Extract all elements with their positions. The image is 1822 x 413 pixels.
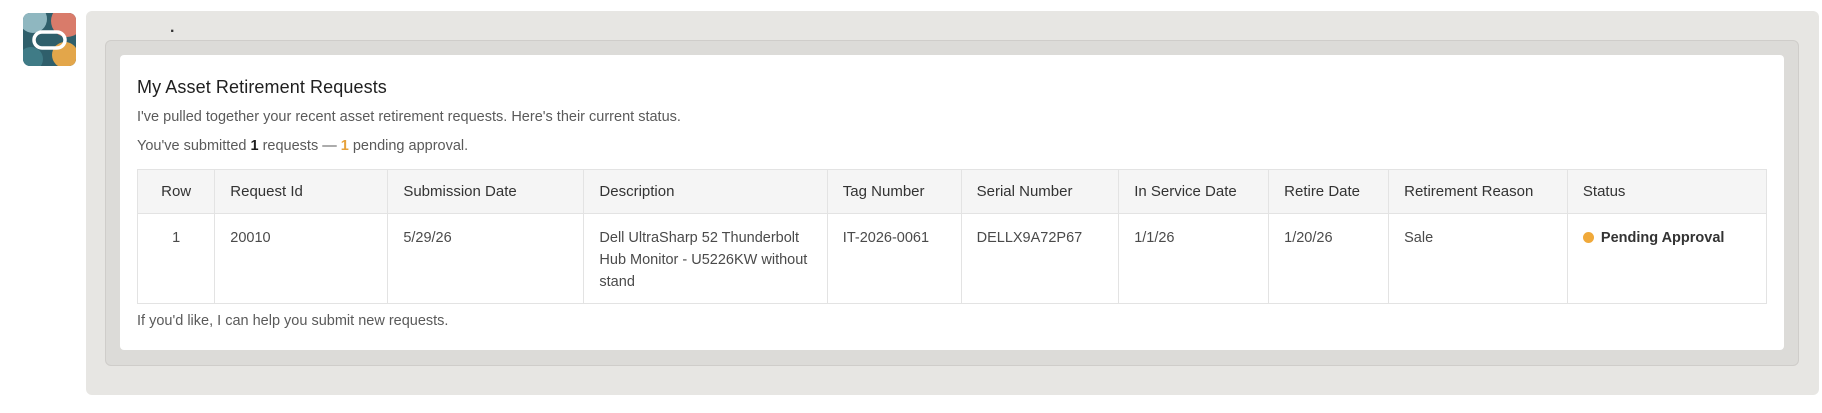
table-header-row: Row Request Id Submission Date Descripti…	[136, 169, 1768, 214]
column-header-description[interactable]: Description	[583, 169, 828, 214]
column-header-in-service-date[interactable]: In Service Date	[1118, 169, 1270, 214]
assistant-message-bubble: . My Asset Retirement Requests I've pull…	[86, 11, 1819, 395]
cell-in-service-date: 1/1/26	[1118, 213, 1270, 304]
summary-prefix: You've submitted	[137, 138, 251, 154]
column-header-serial-number[interactable]: Serial Number	[960, 169, 1120, 214]
cell-description: Dell UltraSharp 52 Thunderbolt Hub Monit…	[583, 213, 828, 304]
column-header-row[interactable]: Row	[136, 169, 216, 214]
cell-retirement-reason: Sale	[1388, 213, 1568, 304]
column-header-submission-date[interactable]: Submission Date	[387, 169, 585, 214]
cell-status: Pending Approval	[1566, 213, 1768, 304]
column-header-request-id[interactable]: Request Id	[214, 169, 389, 214]
cell-serial-number: DELLX9A72P67	[960, 213, 1120, 304]
summary-text: You've submitted 1 requests — 1 pending …	[137, 138, 468, 154]
submitted-count: 1	[250, 138, 259, 154]
status-dot-icon	[1582, 232, 1594, 243]
cell-row: 1	[136, 213, 216, 304]
requests-table: Row Request Id Submission Date Descripti…	[136, 169, 1768, 304]
intro-text: I've pulled together your recent asset r…	[137, 109, 681, 125]
column-header-tag-number[interactable]: Tag Number	[826, 169, 962, 214]
cell-retire-date: 1/20/26	[1268, 213, 1390, 304]
leading-dot: .	[170, 19, 175, 36]
cell-request-id: 20010	[214, 213, 389, 304]
status-label: Pending Approval	[1600, 230, 1725, 246]
column-header-retire-date[interactable]: Retire Date	[1268, 169, 1390, 214]
column-header-status[interactable]: Status	[1566, 169, 1768, 214]
footer-text: If you'd like, I can help you submit new…	[137, 313, 449, 329]
card-title: My Asset Retirement Requests	[137, 77, 387, 97]
oracle-logo-icon	[23, 13, 76, 66]
cell-tag-number: IT-2026-0061	[826, 213, 962, 304]
assistant-avatar	[23, 13, 76, 66]
pending-count: 1	[340, 138, 349, 154]
requests-card: My Asset Retirement Requests I've pulled…	[120, 55, 1784, 350]
message-frame: My Asset Retirement Requests I've pulled…	[105, 40, 1799, 366]
column-header-retirement-reason[interactable]: Retirement Reason	[1388, 169, 1568, 214]
cell-submission-date: 5/29/26	[387, 213, 585, 304]
summary-suffix: pending approval.	[348, 138, 469, 154]
summary-middle: requests —	[258, 138, 341, 154]
table-row[interactable]: 1 20010 5/29/26 Dell UltraSharp 52 Thund…	[136, 213, 1768, 304]
